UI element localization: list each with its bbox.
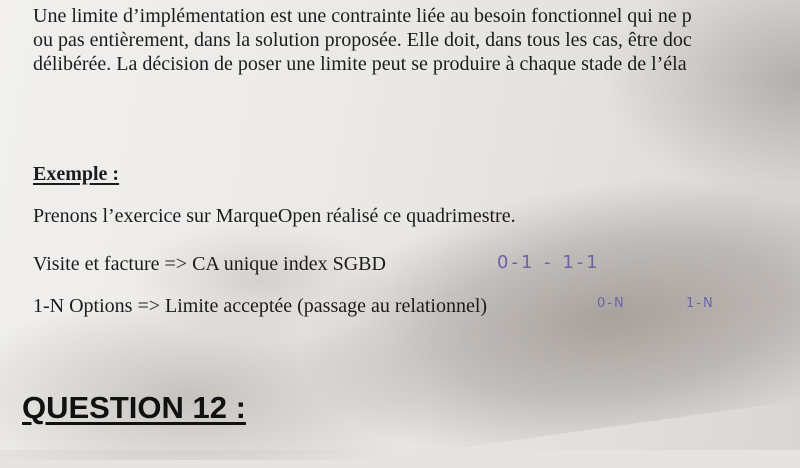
- example-line: Visite et facture => CA unique index SGB…: [33, 253, 386, 275]
- paragraph-line: ou pas entièrement, dans la solution pro…: [33, 29, 692, 51]
- paragraph-line: Une limite d’implémentation est une cont…: [33, 5, 692, 27]
- example-line: Prenons l’exercice sur MarqueOpen réalis…: [33, 205, 516, 227]
- handwritten-note: 0-N: [597, 296, 626, 311]
- handwritten-note: 0-1 - 1-1: [497, 252, 601, 273]
- question-heading: QUESTION 12 :: [22, 390, 246, 425]
- example-heading: Exemple :: [33, 163, 120, 185]
- paragraph-line: délibérée. La décision de poser une limi…: [33, 53, 687, 75]
- example-line: 1-N Options => Limite acceptée (passage …: [33, 295, 488, 317]
- handwritten-note: 1-N: [686, 296, 715, 311]
